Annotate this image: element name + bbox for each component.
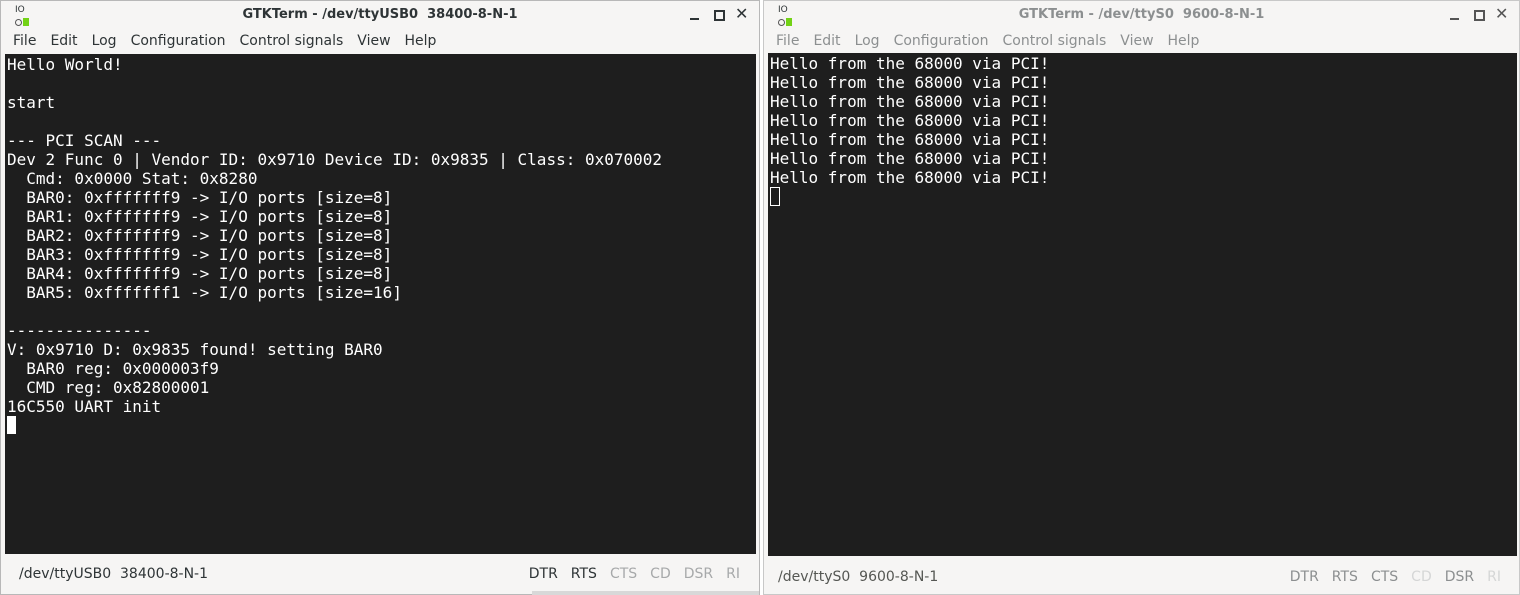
window-title: GTKTerm - /dev/ttyS0 9600-8-N-1 [1018, 7, 1265, 22]
terminal-line: Cmd: 0x0000 Stat: 0x8280 [7, 169, 258, 188]
status-bar: /dev/ttyS0 9600-8-N-1 DTR RTS CTS CD DSR… [764, 560, 1519, 594]
gtkterm-window-ttys0: IO GTKTerm - /dev/ttyS0 9600-8-N-1 ✕ Fil… [763, 0, 1520, 595]
menu-log[interactable]: Log [85, 33, 124, 49]
terminal-line: Hello World! [7, 55, 123, 74]
port-settings-label: /dev/ttyUSB0 38400-8-N-1 [19, 566, 209, 582]
menu-bar: File Edit Log Configuration Control sign… [1, 29, 759, 53]
terminal-line: Dev 2 Func 0 | Vendor ID: 0x9710 Device … [7, 150, 663, 169]
minimize-icon[interactable] [1447, 6, 1463, 24]
terminal-line: BAR2: 0xfffffff9 -> I/O ports [size=8] [7, 226, 393, 245]
signal-dtr: DTR [1289, 569, 1319, 585]
terminal-line: Hello from the 68000 via PCI! [770, 149, 1050, 168]
close-icon[interactable]: ✕ [1495, 4, 1511, 24]
maximize-icon[interactable] [1471, 6, 1487, 24]
menu-file[interactable]: File [6, 33, 43, 49]
terminal-line: BAR0: 0xfffffff9 -> I/O ports [size=8] [7, 188, 393, 207]
terminal-line: Hello from the 68000 via PCI! [770, 130, 1050, 149]
terminal-line: Hello from the 68000 via PCI! [770, 92, 1050, 111]
menu-file[interactable]: File [769, 33, 806, 49]
terminal-line: Hello from the 68000 via PCI! [770, 168, 1050, 187]
terminal-line: BAR0 reg: 0x000003f9 [7, 359, 219, 378]
terminal-line: --- PCI SCAN --- [7, 131, 162, 150]
terminal-line: BAR3: 0xfffffff9 -> I/O ports [size=8] [7, 245, 393, 264]
signal-dsr: DSR [683, 566, 714, 582]
terminal-line: start [7, 93, 56, 112]
title-bar[interactable]: IO GTKTerm - /dev/ttyUSB0 38400-8-N-1 ✕ [1, 1, 759, 29]
window-title: GTKTerm - /dev/ttyUSB0 38400-8-N-1 [242, 7, 518, 22]
menu-help[interactable]: Help [1161, 33, 1207, 49]
signal-cd: CD [650, 566, 671, 582]
terminal-line: Hello from the 68000 via PCI! [770, 73, 1050, 92]
menu-log[interactable]: Log [848, 33, 887, 49]
menu-configuration[interactable]: Configuration [124, 33, 233, 49]
menu-help[interactable]: Help [398, 33, 444, 49]
terminal-line: BAR5: 0xfffffff1 -> I/O ports [size=16] [7, 283, 402, 302]
menu-view[interactable]: View [1113, 33, 1160, 49]
close-icon[interactable]: ✕ [735, 4, 751, 24]
terminal-line: BAR1: 0xfffffff9 -> I/O ports [size=8] [7, 207, 393, 226]
terminal-line: Hello from the 68000 via PCI! [770, 111, 1050, 130]
terminal-output[interactable]: Hello from the 68000 via PCI! Hello from… [768, 53, 1517, 556]
menu-control-signals[interactable]: Control signals [233, 33, 351, 49]
resize-edge [532, 591, 759, 595]
terminal-line: --------------- [7, 321, 152, 340]
status-bar: /dev/ttyUSB0 38400-8-N-1 DTR RTS CTS CD … [1, 557, 759, 593]
terminal-line: V: 0x9710 D: 0x9835 found! setting BAR0 [7, 340, 383, 359]
signal-cd: CD [1411, 569, 1432, 585]
gtkterm-window-ttyusb0: IO GTKTerm - /dev/ttyUSB0 38400-8-N-1 ✕ … [0, 0, 760, 595]
control-signals: DTR RTS CTS CD DSR RI [1290, 569, 1501, 585]
minimize-icon[interactable] [687, 6, 703, 24]
signal-ri: RI [726, 566, 740, 582]
signal-rts: RTS [570, 566, 597, 582]
maximize-icon[interactable] [711, 6, 727, 24]
terminal-line: BAR4: 0xfffffff9 -> I/O ports [size=8] [7, 264, 393, 283]
menu-edit[interactable]: Edit [806, 33, 847, 49]
menu-configuration[interactable]: Configuration [887, 33, 996, 49]
title-bar[interactable]: IO GTKTerm - /dev/ttyS0 9600-8-N-1 ✕ [764, 1, 1519, 29]
menu-edit[interactable]: Edit [43, 33, 84, 49]
terminal-line: Hello from the 68000 via PCI! [770, 54, 1050, 73]
terminal-cursor [770, 187, 780, 206]
control-signals: DTR RTS CTS CD DSR RI [529, 566, 740, 582]
signal-dsr: DSR [1444, 569, 1475, 585]
terminal-line: CMD reg: 0x82800001 [7, 378, 210, 397]
menu-bar: File Edit Log Configuration Control sign… [764, 29, 1519, 53]
signal-dtr: DTR [528, 566, 558, 582]
signal-ri: RI [1487, 569, 1501, 585]
signal-cts: CTS [1370, 569, 1399, 585]
terminal-output[interactable]: Hello World! start --- PCI SCAN --- Dev … [5, 54, 756, 554]
port-settings-label: /dev/ttyS0 9600-8-N-1 [778, 569, 939, 585]
terminal-cursor [7, 416, 16, 434]
signal-rts: RTS [1331, 569, 1358, 585]
terminal-line: 16C550 UART init [7, 397, 162, 416]
menu-view[interactable]: View [350, 33, 397, 49]
menu-control-signals[interactable]: Control signals [996, 33, 1114, 49]
signal-cts: CTS [609, 566, 638, 582]
